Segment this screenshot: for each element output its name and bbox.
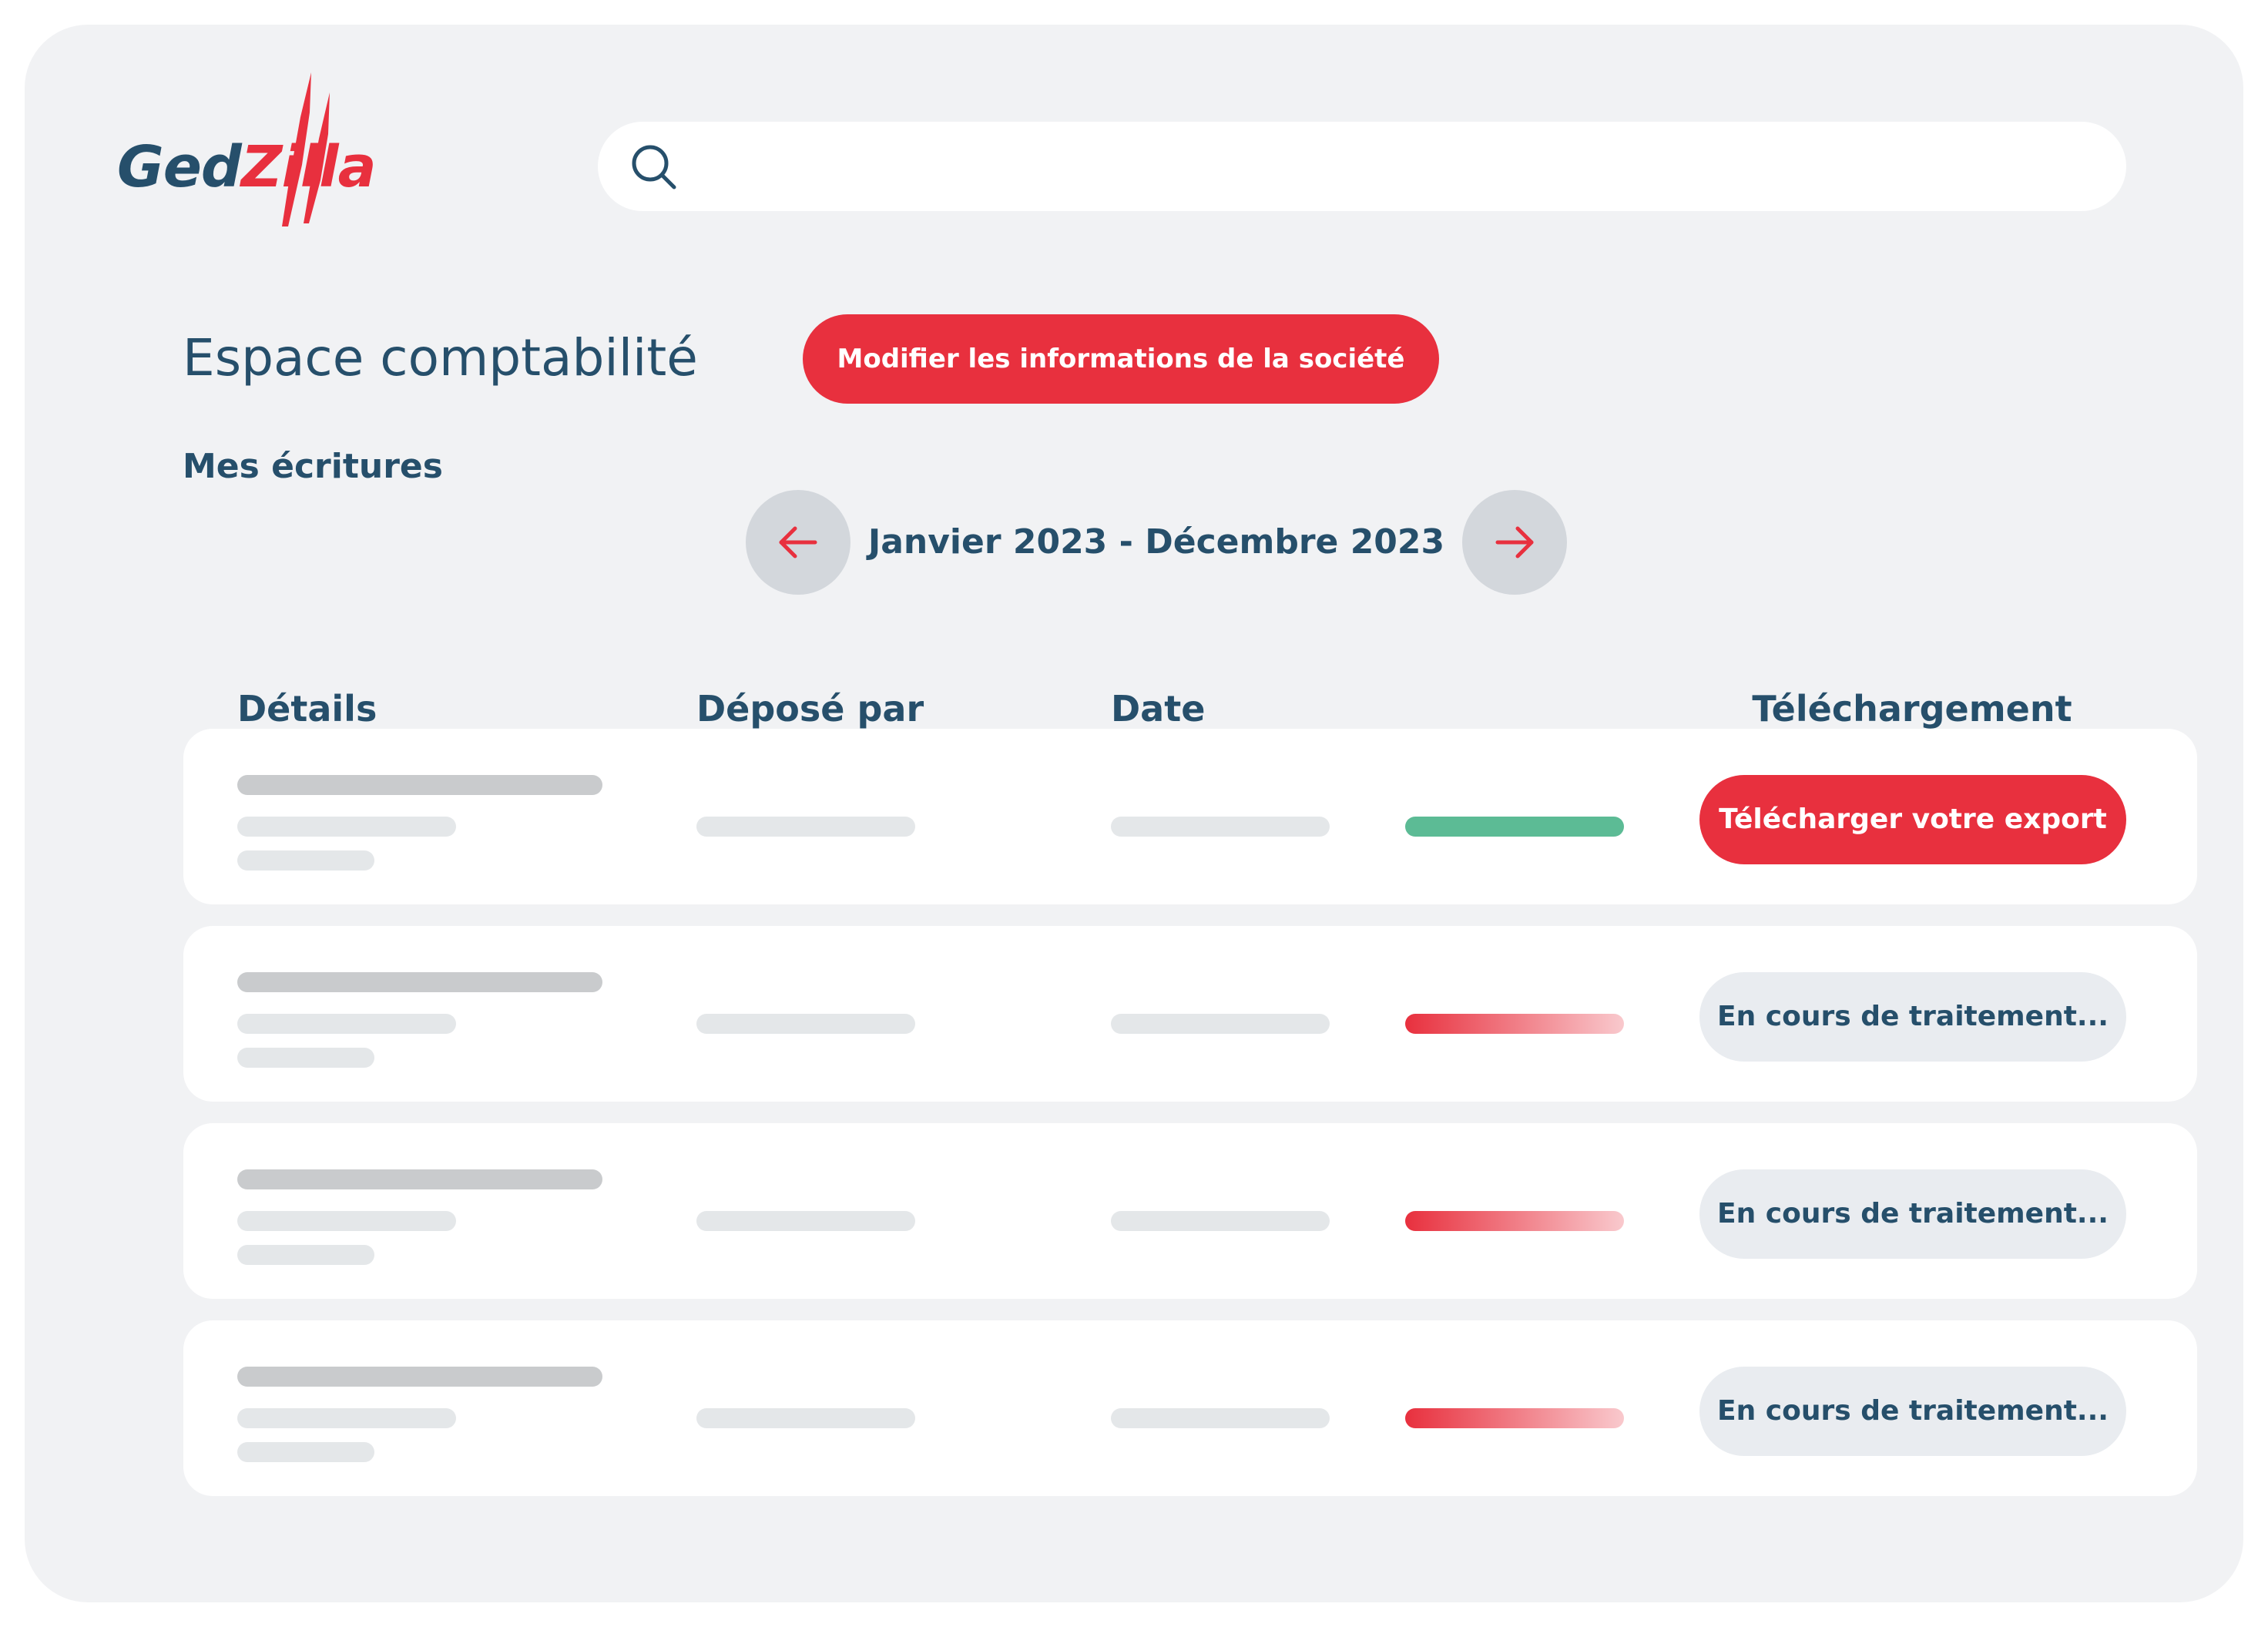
details-line-placeholder <box>237 1211 456 1231</box>
details-line-placeholder <box>237 817 456 837</box>
status-progress-bar <box>1405 817 1624 837</box>
details-line-placeholder <box>237 1048 374 1068</box>
date-placeholder <box>1111 1014 1330 1034</box>
search-icon <box>632 145 676 190</box>
edit-company-info-button[interactable]: Modifier les informations de la société <box>803 314 1439 404</box>
details-title-placeholder <box>237 1367 602 1387</box>
gedzilla-logo[interactable]: GedZilla <box>117 72 377 226</box>
column-header-details: Détails <box>237 688 377 730</box>
arrow-left-icon <box>779 526 817 559</box>
deposited-by-placeholder <box>696 1408 915 1428</box>
details-line-placeholder <box>237 850 374 871</box>
table-row: En cours de traitement... <box>183 1123 2197 1299</box>
column-header-download: Téléchargement <box>1752 688 2072 730</box>
download-export-button[interactable]: Télécharger votre export <box>1699 775 2126 864</box>
details-title-placeholder <box>237 1169 602 1189</box>
details-line-placeholder <box>237 1014 456 1034</box>
date-placeholder <box>1111 1408 1330 1428</box>
status-progress-bar <box>1405 1014 1624 1034</box>
status-progress-bar <box>1405 1211 1624 1231</box>
table-row: Télécharger votre export <box>183 729 2197 904</box>
deposited-by-placeholder <box>696 1014 915 1034</box>
details-title-placeholder <box>237 775 602 795</box>
previous-period-button[interactable] <box>746 490 850 595</box>
table-row: En cours de traitement... <box>183 1320 2197 1496</box>
column-header-date: Date <box>1111 688 1206 730</box>
date-placeholder <box>1111 1211 1330 1231</box>
logo-claw-marks-icon <box>282 72 330 226</box>
details-line-placeholder <box>237 1408 456 1428</box>
column-header-deposited-by: Déposé par <box>696 688 924 730</box>
details-line-placeholder <box>237 1245 374 1265</box>
processing-status-button[interactable]: En cours de traitement... <box>1699 972 2126 1062</box>
page-title: Espace comptabilité <box>183 328 698 387</box>
next-period-button[interactable] <box>1462 490 1567 595</box>
details-line-placeholder <box>237 1442 374 1462</box>
app-window: GedZilla Espace comptabilité Modifier le… <box>25 25 2243 1602</box>
deposited-by-placeholder <box>696 817 915 837</box>
status-progress-bar <box>1405 1408 1624 1428</box>
processing-status-button[interactable]: En cours de traitement... <box>1699 1367 2126 1456</box>
section-subtitle: Mes écritures <box>183 447 443 486</box>
processing-status-button[interactable]: En cours de traitement... <box>1699 1169 2126 1259</box>
date-placeholder <box>1111 817 1330 837</box>
deposited-by-placeholder <box>696 1211 915 1231</box>
search-input[interactable] <box>698 137 2085 196</box>
search-bar[interactable] <box>598 122 2126 211</box>
arrow-right-icon <box>1495 526 1534 559</box>
details-title-placeholder <box>237 972 602 992</box>
table-row: En cours de traitement... <box>183 926 2197 1102</box>
period-label: Janvier 2023 - Décembre 2023 <box>867 522 1445 562</box>
